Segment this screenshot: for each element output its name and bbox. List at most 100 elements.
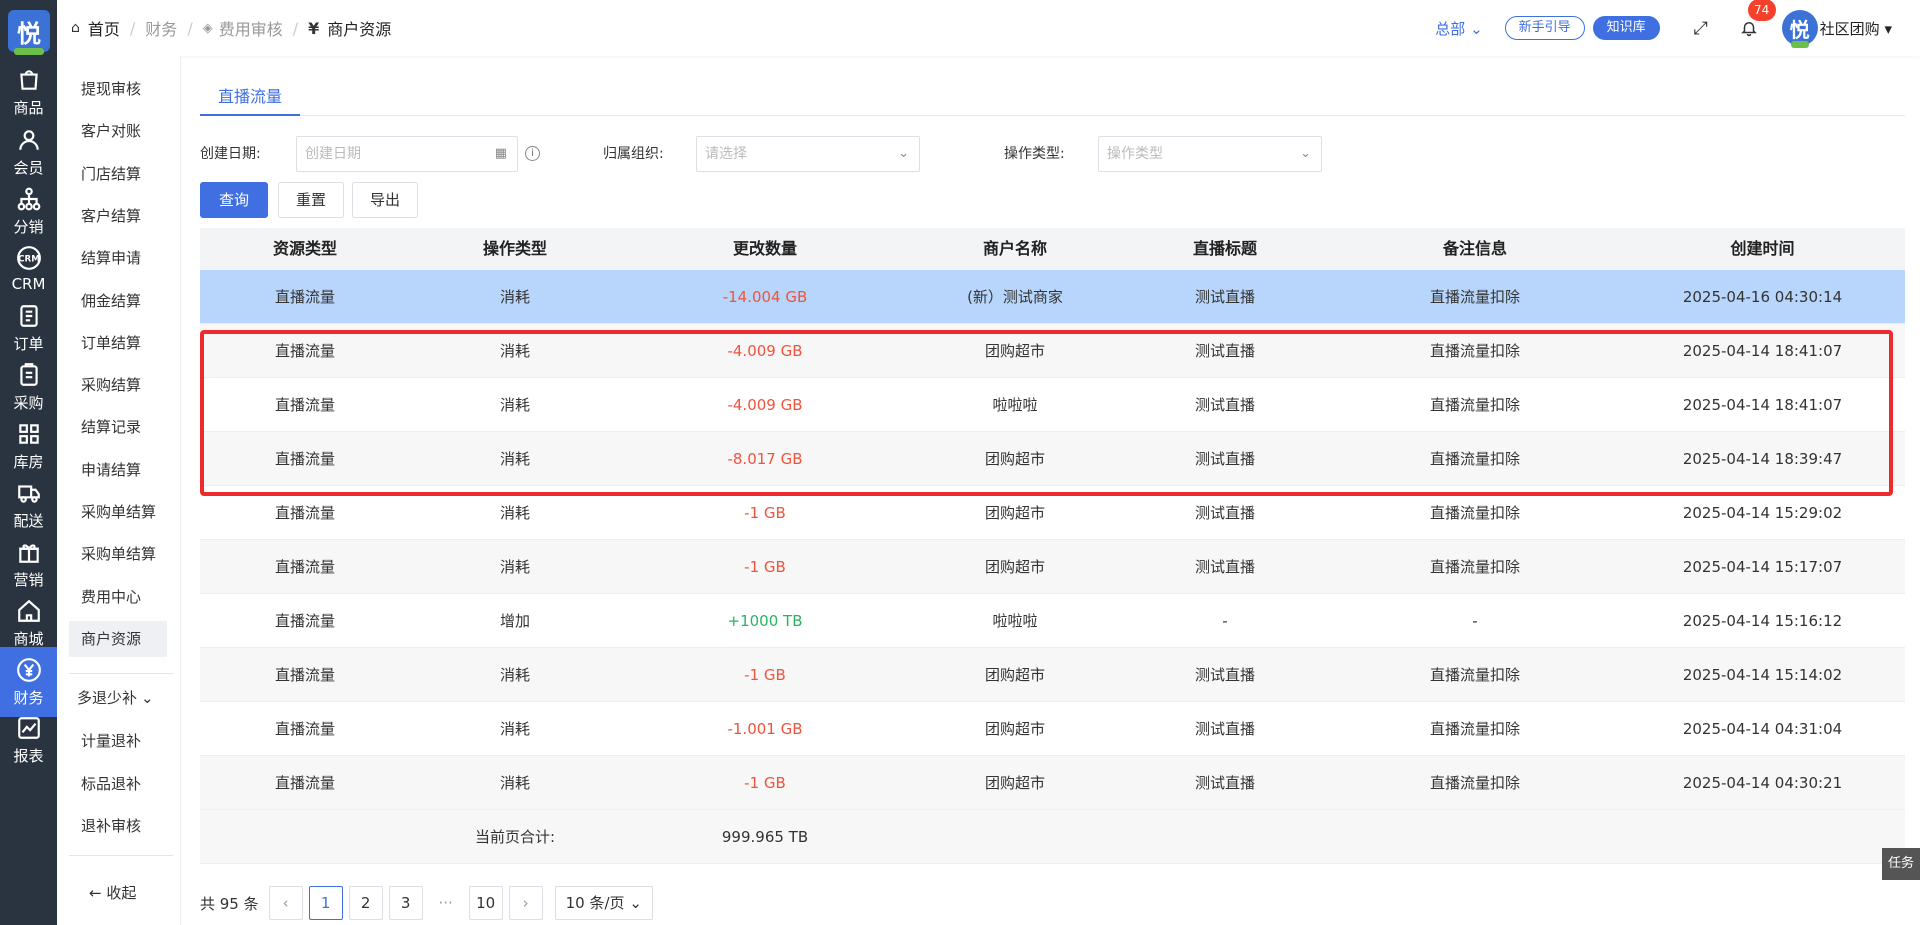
- footer-total: 999.965 TB: [721, 828, 809, 846]
- table-cell: 消耗: [499, 450, 530, 468]
- page-10[interactable]: 10: [468, 886, 503, 920]
- submenu-item[interactable]: 门店结算: [69, 156, 167, 192]
- page-ellipsis[interactable]: ···: [429, 894, 463, 912]
- user-menu[interactable]: 社区团购 ▾: [1820, 18, 1892, 39]
- column-header: 商户名称: [982, 239, 1047, 258]
- table-row[interactable]: 直播流量 消耗 -8.017 GB 团购超市 测试直播 直播流量扣除 2025-04-14 …: [200, 432, 1905, 486]
- table-cell: 团购超市: [984, 342, 1045, 360]
- breadcrumb-expense-audit[interactable]: 费用审核: [219, 16, 283, 40]
- table-row[interactable]: 直播流量 消耗 -1 GB 团购超市 测试直播 直播流量扣除 2025-04-14 15:1…: [200, 648, 1905, 702]
- submenu-group-refund[interactable]: 多退少补 ⌄: [69, 680, 167, 716]
- table-cell: 2025-04-14 15:16:12: [1682, 612, 1843, 630]
- date-filter-input[interactable]: 创建日期 ▦: [296, 136, 518, 172]
- submenu-item[interactable]: 商户资源: [69, 620, 167, 657]
- table-cell: +1000 TB: [727, 612, 803, 630]
- total-count: 共 95 条: [200, 894, 259, 913]
- table-row[interactable]: 直播流量 消耗 -1.001 GB 团购超市 测试直播 直播流量扣除 2025-04-14 …: [200, 702, 1905, 756]
- query-button[interactable]: 查询: [200, 182, 268, 218]
- collapse-label: 收起: [106, 884, 137, 902]
- table-cell: 团购超市: [984, 666, 1045, 684]
- home-icon: ⌂: [71, 20, 80, 36]
- info-icon[interactable]: i: [525, 146, 540, 161]
- tab-live-traffic[interactable]: 直播流量: [200, 82, 301, 116]
- guide-button[interactable]: 新手引导: [1504, 16, 1585, 40]
- table-row[interactable]: 直播流量 消耗 -14.004 GB (新）测试商家 测试直播 直播流量扣除 2025-04…: [200, 270, 1905, 324]
- submenu-item[interactable]: 结算记录: [69, 409, 167, 445]
- rail-item-chart[interactable]: 报表: [0, 705, 57, 775]
- table-cell: -1 GB: [744, 774, 786, 792]
- submenu-item[interactable]: 费用中心: [69, 579, 167, 615]
- org-switcher[interactable]: 总部 ⌄: [1435, 18, 1482, 39]
- breadcrumb-separator: /: [292, 18, 299, 38]
- table-cell: -1 GB: [744, 558, 786, 576]
- reset-button[interactable]: 重置: [278, 182, 344, 218]
- date-filter-label: 创建日期:: [200, 146, 261, 162]
- left-nav-rail: 悦 商品 会员 分销 CRM CRM 订单 采购 库房 配送 营销 商城 财务 报表: [0, 0, 57, 925]
- submenu-item[interactable]: 标品退补: [69, 766, 167, 802]
- submenu-item[interactable]: 退补审核: [69, 808, 167, 844]
- clipboard-icon: [16, 362, 42, 388]
- submenu-item[interactable]: 申请结算: [69, 452, 167, 488]
- prev-page-icon[interactable]: ‹: [268, 886, 303, 920]
- table-cell: -8.017 GB: [727, 450, 803, 468]
- table-cell: 直播流量: [274, 342, 335, 360]
- table-row[interactable]: 直播流量 消耗 -4.009 GB 啦啦啦 测试直播 直播流量扣除 2025-04-14 1…: [200, 378, 1905, 432]
- task-panel-tab[interactable]: 任务: [1882, 848, 1920, 880]
- table-cell: 直播流量扣除: [1429, 342, 1520, 360]
- table-cell: 消耗: [499, 666, 530, 684]
- page-3[interactable]: 3: [388, 886, 423, 920]
- gift-icon: [16, 539, 42, 565]
- table-cell: -4.009 GB: [727, 342, 803, 360]
- table-row[interactable]: 直播流量 消耗 -4.009 GB 团购超市 测试直播 直播流量扣除 2025-04-14 …: [200, 324, 1905, 378]
- breadcrumb-home[interactable]: 首页: [88, 16, 120, 40]
- submenu-item[interactable]: 佣金结算: [69, 283, 167, 319]
- fullscreen-icon[interactable]: ⤢: [1686, 13, 1716, 43]
- submenu-item[interactable]: 提现审核: [69, 71, 167, 107]
- table-row[interactable]: 直播流量 消耗 -1 GB 团购超市 测试直播 直播流量扣除 2025-04-14 15:2…: [200, 486, 1905, 540]
- submenu-item[interactable]: 采购单结算: [69, 494, 167, 530]
- submenu-item[interactable]: 采购单结算: [69, 536, 167, 572]
- breadcrumb-finance[interactable]: 财务: [145, 16, 177, 40]
- notification-badge: 74: [1747, 0, 1776, 21]
- export-button[interactable]: 导出: [352, 182, 418, 218]
- avatar[interactable]: 悦: [1781, 10, 1818, 48]
- knowledge-base-button[interactable]: 知识库: [1592, 16, 1660, 40]
- table-cell: 测试直播: [1194, 450, 1255, 468]
- table-cell: 直播流量扣除: [1429, 666, 1520, 684]
- page-1[interactable]: 1: [308, 886, 343, 920]
- next-page-icon[interactable]: ›: [508, 886, 543, 920]
- table-cell: 直播流量扣除: [1429, 558, 1520, 576]
- table-cell: 消耗: [499, 774, 530, 792]
- org-filter-select[interactable]: 请选择 ⌄: [696, 136, 920, 172]
- submenu-item[interactable]: 客户结算: [69, 198, 167, 234]
- submenu-item[interactable]: 计量退补: [69, 723, 167, 759]
- table-cell: 直播流量: [274, 288, 335, 306]
- pagination: 共 95 条 ‹ 1 2 3 ··· 10 › 10 条/页 ⌄: [200, 886, 653, 920]
- submenu-item[interactable]: 客户对账: [69, 113, 167, 149]
- table-cell: 2025-04-14 18:41:07: [1682, 342, 1843, 360]
- submenu-item[interactable]: 结算申请: [69, 240, 167, 276]
- bell-icon[interactable]: 74: [1734, 0, 1776, 43]
- table-cell: 啦啦啦: [992, 612, 1038, 630]
- op-type-filter-select[interactable]: 操作类型 ⌄: [1098, 136, 1322, 172]
- table-row[interactable]: 直播流量 增加 +1000 TB 啦啦啦 - - 2025-04-14 15:16:12: [200, 594, 1905, 648]
- table-cell: 2025-04-14 15:29:02: [1682, 504, 1843, 522]
- table-row[interactable]: 直播流量 消耗 -1 GB 团购超市 测试直播 直播流量扣除 2025-04-14 04:3…: [200, 756, 1905, 810]
- truck-icon: [16, 480, 42, 506]
- page-size-select[interactable]: 10 条/页 ⌄: [554, 886, 653, 920]
- table-cell: 直播流量: [274, 504, 335, 522]
- tab-bar: 直播流量: [200, 82, 1905, 116]
- chart-icon: [16, 715, 42, 741]
- submenu-item[interactable]: 采购结算: [69, 367, 167, 403]
- submenu-item[interactable]: 订单结算: [69, 325, 167, 361]
- collapse-button[interactable]: ← 收起: [69, 875, 167, 911]
- calendar-icon: ▦: [494, 146, 507, 161]
- page-2[interactable]: 2: [348, 886, 383, 920]
- chevron-down-icon: ⌄: [629, 894, 642, 912]
- chevron-down-icon: ⌄: [1300, 146, 1311, 161]
- rail-item-label: 库房: [13, 452, 44, 471]
- breadcrumb: ⌂ 首页 / 财务 / ◈ 费用审核 / ¥ 商户资源: [71, 0, 391, 56]
- app-logo[interactable]: 悦: [8, 10, 50, 55]
- table-row[interactable]: 直播流量 消耗 -1 GB 团购超市 测试直播 直播流量扣除 2025-04-14 15:1…: [200, 540, 1905, 594]
- org-filter-label: 归属组织:: [603, 146, 664, 162]
